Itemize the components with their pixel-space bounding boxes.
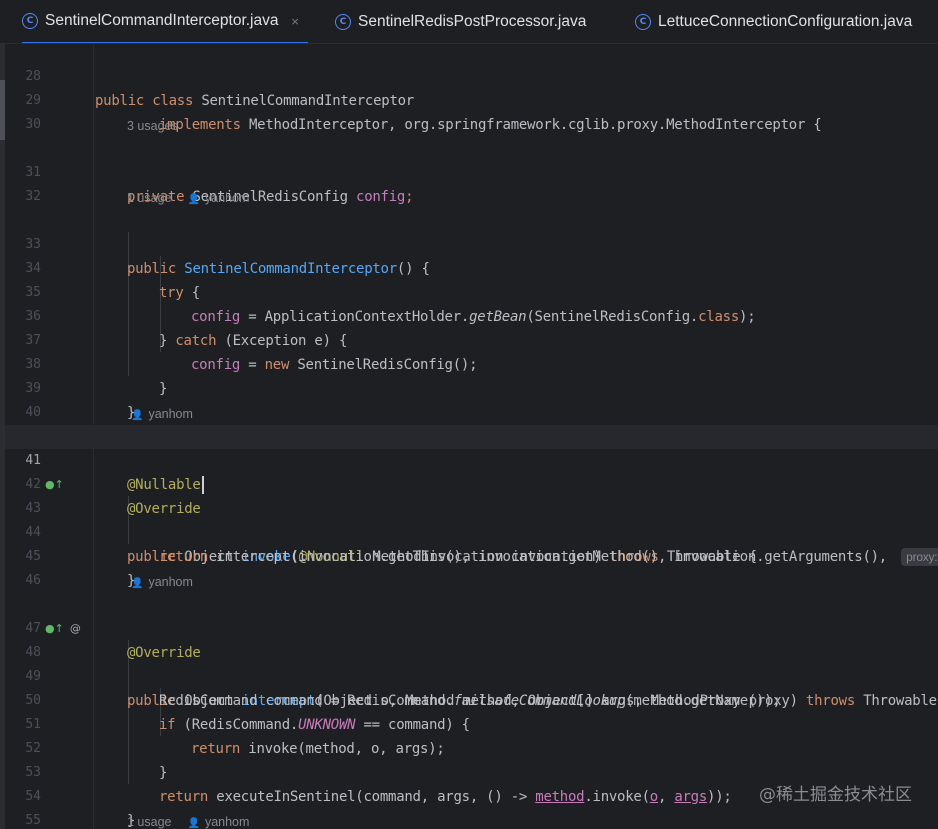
line-number: 30 xyxy=(25,117,41,132)
code-line: 33 public SentinelCommandInterceptor() { xyxy=(5,209,938,277)
implements-gutter-icon[interactable]: ●↑ xyxy=(45,473,64,497)
author-hint[interactable]: 👤 yanhom xyxy=(127,570,193,594)
code-line: 51 return invoke(method, o, args); xyxy=(5,689,938,757)
close-icon[interactable]: × xyxy=(291,15,300,28)
code-line: 36 } catch (Exception e) { xyxy=(5,281,938,349)
code-line: 42 @Override xyxy=(5,449,938,517)
code-line: 37 config = new SentinelRedisConfig(); xyxy=(5,305,938,373)
author-hint[interactable]: 👤 yanhom xyxy=(127,402,193,426)
code-line: 52 } xyxy=(5,713,938,781)
code-line: 45 } xyxy=(5,521,938,589)
tab-sentinel-redis-post-processor[interactable]: C SentinelRedisPostProcessor.java xyxy=(335,0,587,43)
code-line: 31 private SentinelRedisConfig config; xyxy=(5,137,938,205)
line-number: 40 xyxy=(25,405,41,420)
class-icon: C xyxy=(22,13,38,29)
tab-label: SentinelRedisPostProcessor.java xyxy=(358,13,587,30)
code-line: 30 xyxy=(5,89,938,132)
code-editor[interactable]: 28 public class SentinelCommandIntercept… xyxy=(5,44,938,829)
code-line: 47 @Override xyxy=(5,593,938,661)
code-line: 38 } xyxy=(5,329,938,397)
tab-label: LettuceConnectionConfiguration.java xyxy=(658,13,913,30)
usages-hint[interactable]: 3 usages xyxy=(127,114,178,138)
usages-hint[interactable]: 1 usage 👤 yanhom xyxy=(127,810,249,829)
code-line: 28 public class SentinelCommandIntercept… xyxy=(5,44,938,109)
code-line: 34 try { xyxy=(5,233,938,301)
code-line-current: 41 @Nullable xyxy=(5,425,938,494)
code-line: 32 xyxy=(5,161,938,204)
tab-lettuce-connection-configuration[interactable]: C LettuceConnectionConfiguration.java xyxy=(635,0,913,43)
code-line: 39 } xyxy=(5,353,938,421)
code-line: 29 implements MethodInterceptor, org.spr… xyxy=(5,65,938,133)
tab-sentinel-command-interceptor[interactable]: C SentinelCommandInterceptor.java × xyxy=(22,0,308,43)
class-icon: C xyxy=(635,14,651,30)
implements-gutter-icon[interactable]: ●↑ @ xyxy=(45,617,81,641)
at-icon[interactable]: @ xyxy=(70,622,81,635)
user-icon: 👤 xyxy=(187,818,200,829)
usages-hint[interactable]: 1 usage 👤 yanhom xyxy=(127,186,249,210)
code-line: 35 config = ApplicationContextHolder.get… xyxy=(5,257,938,325)
code-text: implements MethodInterceptor, org.spring… xyxy=(159,117,822,133)
code-line: 49 RedisCommand command = RedisCommand.f… xyxy=(5,641,938,709)
class-icon: C xyxy=(335,14,351,30)
code-line: 53 return executeInSentinel(command, arg… xyxy=(5,737,938,805)
code-line: 43 ●↑ public Object invoke(@Nonnull Meth… xyxy=(5,473,938,565)
code-line: 50 if (RedisCommand.UNKNOWN == command) … xyxy=(5,665,938,733)
code-line: 46 xyxy=(5,545,938,588)
code-line: 40 xyxy=(5,377,938,420)
code-line: 48 ●↑ @ public Object intercept(Object o,… xyxy=(5,617,938,709)
line-number: 55 xyxy=(25,813,41,828)
code-line: 44 return intercept(invocation.getThis()… xyxy=(5,497,938,566)
line-number: 32 xyxy=(25,189,41,204)
tab-label: SentinelCommandInterceptor.java xyxy=(45,12,279,29)
watermark: @稀土掘金技术社区 xyxy=(759,785,912,805)
line-number: 46 xyxy=(25,573,41,588)
editor-tab-bar: C SentinelCommandInterceptor.java × C Se… xyxy=(0,0,938,44)
